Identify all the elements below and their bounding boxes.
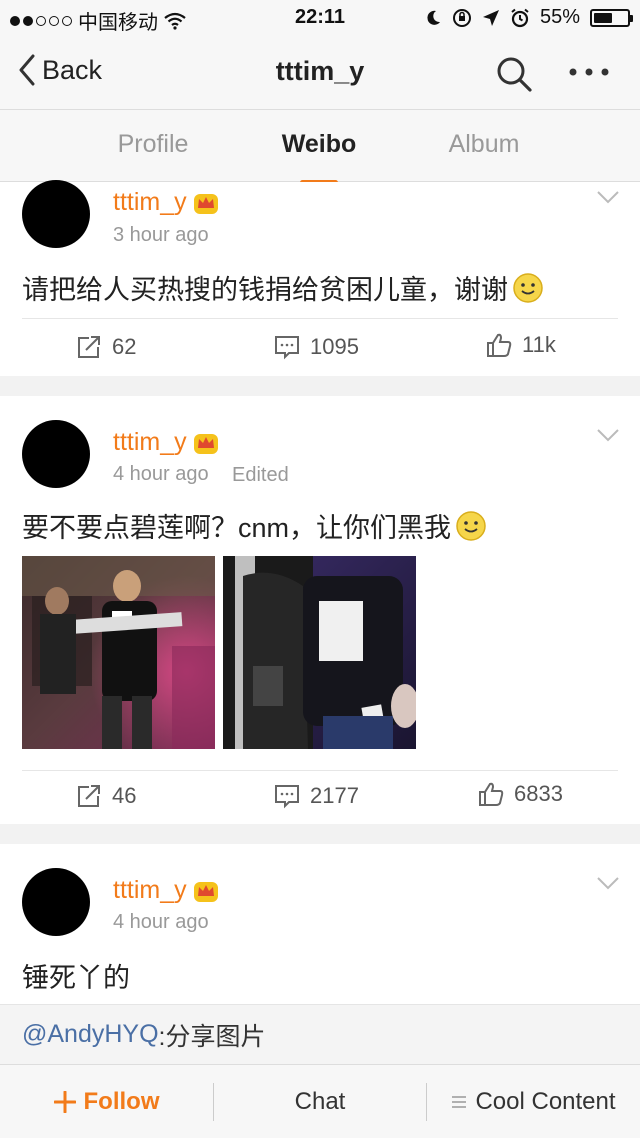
vip-crown-icon xyxy=(193,433,218,454)
like-button[interactable]: 11k xyxy=(486,332,556,358)
post-text: 要不要点碧莲啊？cnm，让你们黑我 xyxy=(22,506,487,545)
rotation-lock-icon xyxy=(452,8,471,27)
post-text-content: 要不要点碧莲啊？cnm，让你们黑我 xyxy=(22,513,452,543)
like-count: 11k xyxy=(522,332,556,357)
repost-button[interactable]: 62 xyxy=(76,334,136,360)
post-photo[interactable] xyxy=(22,556,215,749)
comment-button[interactable]: 1095 xyxy=(274,334,359,360)
comment-count: 1095 xyxy=(310,334,359,359)
smile-emoji-icon xyxy=(513,272,543,303)
repost-count: 62 xyxy=(112,334,137,359)
weibo-post[interactable]: tttim_y 4 hour ago 锤死丫的 xyxy=(0,844,640,1004)
cool-content-label: Cool Content xyxy=(475,1088,616,1115)
status-right: 55% xyxy=(424,6,633,29)
chevron-left-icon xyxy=(19,54,35,86)
thumbs-up-icon xyxy=(479,782,504,806)
comment-icon xyxy=(275,785,299,809)
repost-button[interactable]: 46 xyxy=(76,783,136,809)
avatar[interactable] xyxy=(22,868,90,936)
smile-emoji-icon xyxy=(456,510,486,541)
more-options-icon[interactable] xyxy=(567,60,611,84)
comment-button[interactable]: 2177 xyxy=(274,783,359,809)
profile-tabs: Profile Weibo Album xyxy=(0,110,640,185)
tab-weibo[interactable]: Weibo xyxy=(249,130,389,185)
share-icon xyxy=(78,336,100,358)
avatar[interactable] xyxy=(22,180,90,248)
moon-icon xyxy=(427,10,440,25)
back-label: Back xyxy=(42,54,103,85)
post-author-name: tttim_y xyxy=(113,188,187,216)
post-time: 4 hour ago xyxy=(113,911,209,933)
post-divider xyxy=(22,318,618,319)
bottom-action-bar: Follow Chat Cool Content xyxy=(0,1064,640,1138)
chat-button[interactable]: Chat xyxy=(214,1065,426,1138)
location-arrow-icon xyxy=(482,9,499,26)
chevron-down-icon[interactable] xyxy=(596,190,620,204)
vip-crown-icon xyxy=(193,881,218,902)
repost-count: 46 xyxy=(112,783,137,808)
status-bar: 中国移动 22:11 55% xyxy=(0,0,640,36)
post-text-content: 请把给人买热搜的钱捐给贫困儿童，谢谢 xyxy=(22,275,508,305)
chat-label: Chat xyxy=(294,1088,346,1115)
post-author-name: tttim_y xyxy=(113,876,187,904)
post-time: 4 hour ago xyxy=(113,463,209,485)
tab-weibo-label: Weibo xyxy=(281,130,357,158)
share-icon xyxy=(78,785,100,807)
post-author[interactable]: tttim_y xyxy=(113,428,219,457)
chevron-down-icon[interactable] xyxy=(596,876,620,890)
vip-crown-icon xyxy=(193,193,218,214)
post-author[interactable]: tttim_y xyxy=(113,876,219,905)
back-button[interactable]: Back xyxy=(18,54,102,86)
follow-button[interactable]: Follow xyxy=(0,1065,213,1138)
menu-icon xyxy=(452,1096,467,1108)
tab-album[interactable]: Album xyxy=(414,130,554,159)
weibo-post[interactable]: tttim_y 3 hour ago 请把给人买热搜的钱捐给贫困儿童，谢谢 62… xyxy=(0,180,640,376)
cool-content-button[interactable]: Cool Content xyxy=(427,1065,640,1138)
post-text-content: 锤死丫的 xyxy=(22,963,130,993)
battery-percent: 55% xyxy=(539,6,580,28)
follow-label: Follow xyxy=(83,1088,160,1115)
plus-icon xyxy=(53,1091,76,1113)
share-bar[interactable]: @AndyHYQ :分享图片 xyxy=(0,1004,640,1064)
avatar[interactable] xyxy=(22,420,90,488)
navigation-bar: Back tttim_y xyxy=(0,36,640,110)
post-time: 3 hour ago xyxy=(113,224,209,246)
post-photo[interactable] xyxy=(223,556,416,749)
post-author-name: tttim_y xyxy=(113,428,187,456)
mention-link[interactable]: @AndyHYQ xyxy=(22,1020,159,1049)
post-text: 锤死丫的 xyxy=(22,956,130,995)
tab-profile-label: Profile xyxy=(117,130,189,158)
like-count: 6833 xyxy=(514,781,563,806)
comment-count: 2177 xyxy=(310,783,359,808)
battery-fill xyxy=(594,12,612,23)
search-icon[interactable] xyxy=(494,54,534,94)
thumbs-up-icon xyxy=(487,333,512,357)
edited-label: Edited xyxy=(232,464,289,486)
tab-profile[interactable]: Profile xyxy=(83,130,223,159)
post-text: 请把给人买热搜的钱捐给贫困儿童，谢谢 xyxy=(22,268,544,307)
post-author[interactable]: tttim_y xyxy=(113,188,219,217)
post-divider xyxy=(22,770,618,771)
battery-icon xyxy=(590,8,633,27)
alarm-icon xyxy=(511,8,529,27)
weibo-post[interactable]: tttim_y 4 hour ago Edited 要不要点碧莲啊？cnm，让你… xyxy=(0,396,640,824)
tab-album-label: Album xyxy=(448,130,520,158)
comment-icon xyxy=(275,336,299,360)
share-text: :分享图片 xyxy=(158,1022,266,1051)
like-button[interactable]: 6833 xyxy=(478,781,563,807)
chevron-down-icon[interactable] xyxy=(596,428,620,442)
